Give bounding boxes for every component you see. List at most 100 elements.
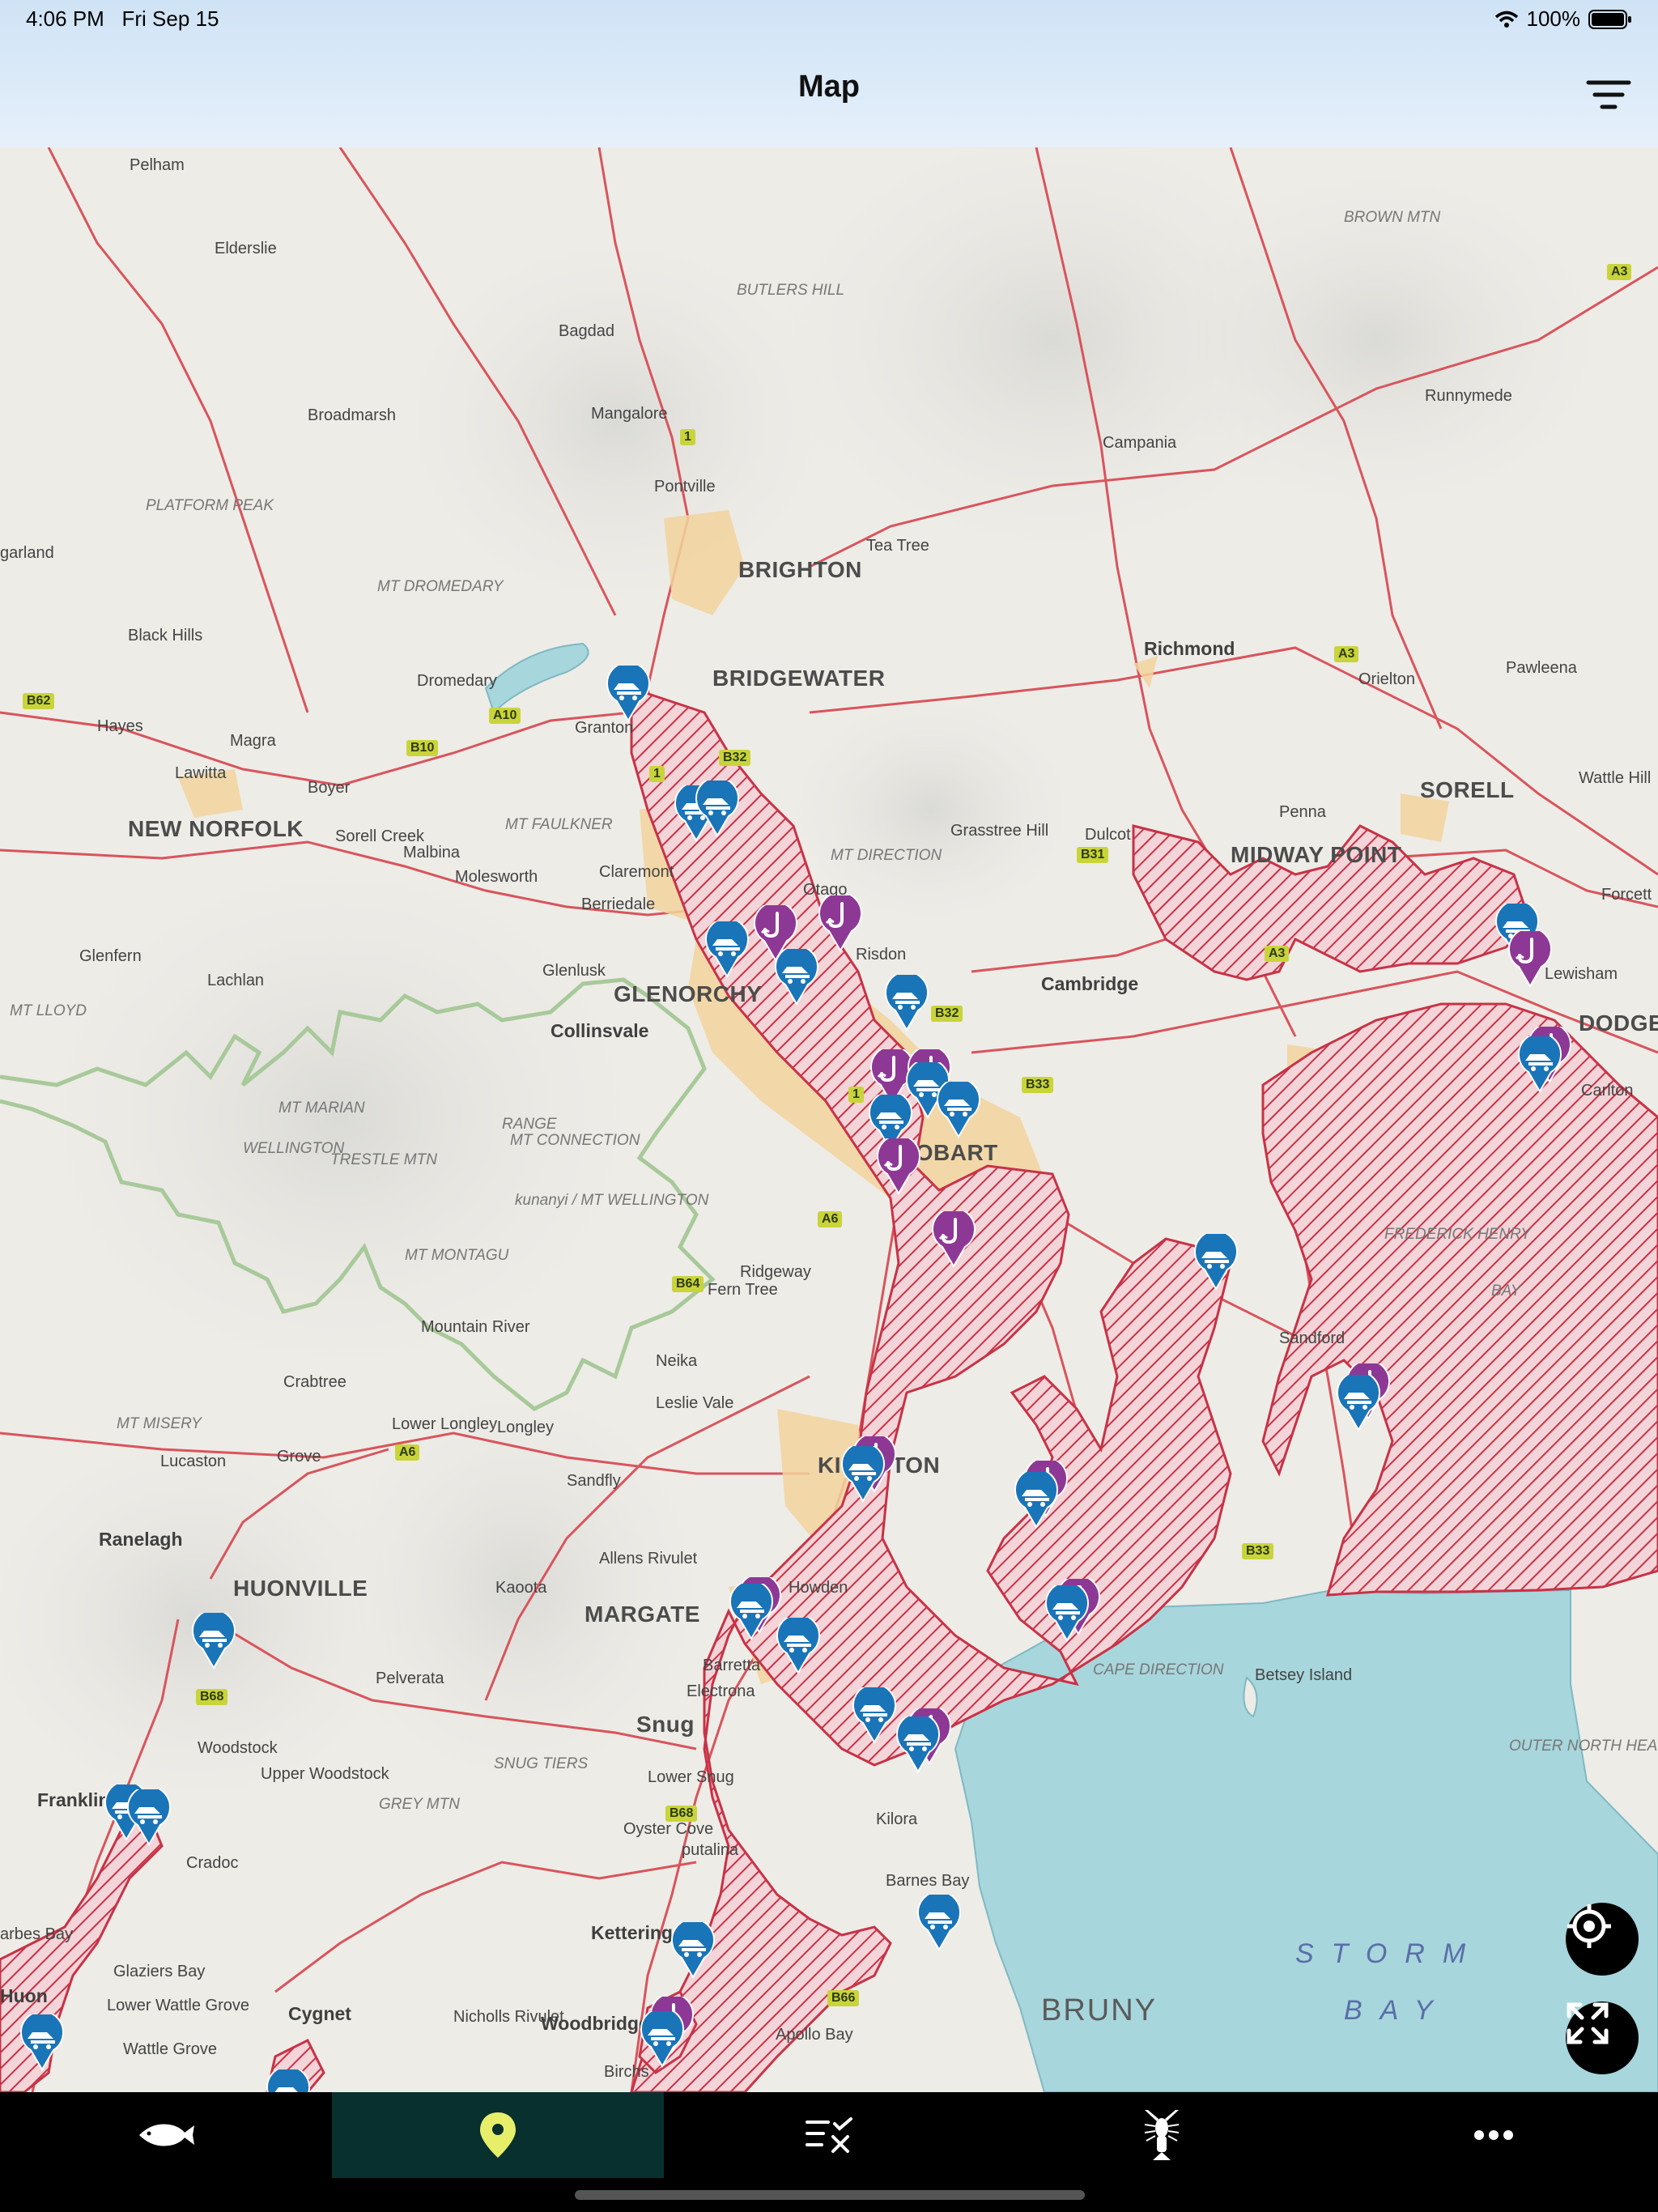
terrain_labels-label: MT MARIAN	[278, 1100, 365, 1117]
road-shield: B68	[665, 1806, 698, 1822]
road-shield: A10	[489, 708, 521, 724]
fishing-spot-marker[interactable]	[876, 1138, 921, 1195]
place_labels-label: Upper Woodstock	[261, 1765, 389, 1783]
place_labels-label: Apollo Bay	[776, 2026, 853, 2044]
fishing-spot-marker[interactable]	[931, 1211, 976, 1268]
tab-fish[interactable]	[0, 2092, 332, 2178]
map-view[interactable]: Pelham Elderslie Bagdad Mangalore Broadmarsh…	[0, 147, 1658, 2092]
terrain_labels-label: MT CONNECTION	[510, 1132, 640, 1149]
boat-ramp-marker[interactable]	[852, 1687, 897, 1744]
place_labels-label: putalina	[682, 1841, 739, 1859]
boat-ramp-marker[interactable]	[916, 1895, 962, 1951]
fish-icon	[139, 2124, 194, 2146]
place_labels-label: Wattle Hill	[1579, 769, 1652, 787]
place_labels-label: Orielton	[1358, 670, 1416, 688]
place_labels-label: Campania	[1103, 434, 1177, 452]
locate-button[interactable]	[1566, 1903, 1639, 1976]
terrain_labels-label: CAPE DIRECTION	[1093, 1661, 1224, 1678]
place_labels-label: Ridgeway	[740, 1263, 811, 1281]
boat-ramp-marker[interactable]	[1517, 1036, 1562, 1093]
place_labels-label: Kilora	[876, 1810, 918, 1828]
boat-ramp-marker[interactable]	[729, 1584, 774, 1640]
fishing-spot-marker[interactable]	[818, 895, 863, 952]
page-title: Map	[798, 70, 860, 104]
checklist-icon	[806, 2117, 852, 2153]
road-shield: B33	[1022, 1077, 1054, 1093]
road-shield: B64	[672, 1276, 704, 1292]
boat-ramp-marker[interactable]	[19, 2014, 65, 2071]
tab-map[interactable]	[332, 2092, 664, 2178]
place_labels-label: Grasstree Hill	[950, 822, 1049, 840]
town_labels-label: NEW NORFOLK	[128, 816, 304, 841]
boat-ramp-marker[interactable]	[126, 1789, 172, 1846]
boat-ramp-marker[interactable]	[774, 949, 819, 1006]
place_labels-label: Dulcot	[1085, 826, 1131, 844]
terrain_labels-label: FREDERICK HENRY	[1384, 1226, 1531, 1243]
place_labels-label: Elderslie	[215, 240, 277, 257]
fishing-spot-marker[interactable]	[1507, 931, 1553, 988]
terrain_labels-label: MT DIRECTION	[831, 847, 942, 864]
locate-icon	[1567, 1904, 1611, 1948]
place_labels-label: Betsey Island	[1255, 1666, 1353, 1684]
road-shield: B31	[1077, 847, 1109, 863]
fullscreen-button[interactable]	[1566, 2001, 1639, 2074]
place_labels-label: Crabtree	[283, 1373, 346, 1391]
place_labels-label: Cygnet	[288, 2003, 351, 2024]
place_labels-label: Risdon	[856, 946, 907, 963]
place_labels-label: Black Hills	[128, 627, 203, 644]
boat-ramp-marker[interactable]	[884, 975, 929, 1032]
tab-rules[interactable]	[664, 2092, 996, 2178]
boat-ramp-marker[interactable]	[1044, 1585, 1090, 1642]
road-shield: A3	[1265, 946, 1290, 962]
boat-ramp-marker[interactable]	[1014, 1472, 1059, 1529]
boat-ramp-marker[interactable]	[606, 666, 651, 722]
tab-rock-lobster[interactable]	[996, 2092, 1328, 2178]
place_labels-label: Boyer	[308, 779, 351, 797]
place_labels-label: Runnymede	[1425, 387, 1512, 405]
tab-more[interactable]	[1328, 2092, 1658, 2178]
place_labels-label: Claremont	[599, 863, 674, 881]
place_labels-label: Collinsvale	[551, 1020, 649, 1041]
place_labels-label: arbes Bay	[0, 1925, 74, 1943]
place_labels-label: Tea Tree	[866, 537, 929, 555]
boat-ramp-marker[interactable]	[670, 1922, 716, 1979]
map-canvas[interactable]	[0, 147, 1658, 2092]
place_labels-label: Mountain River	[421, 1318, 530, 1336]
boat-ramp-marker[interactable]	[704, 921, 750, 978]
terrain_labels-label: MT FAULKNER	[505, 816, 613, 833]
boat-ramp-marker[interactable]	[1193, 1234, 1239, 1291]
time-text: 4:06 PM	[26, 6, 104, 31]
filter-icon[interactable]	[1585, 78, 1632, 112]
terrain_labels-label: BUTLERS HILL	[737, 282, 845, 299]
battery-text: 100%	[1526, 6, 1581, 31]
town_labels-label: BRIGHTON	[738, 557, 862, 582]
place_labels-label: Lower Wattle Grove	[107, 1997, 249, 2014]
expand-icon	[1567, 2002, 1609, 2044]
place_labels-label: Lewisham	[1545, 965, 1618, 983]
place_labels-label: Penna	[1279, 803, 1326, 821]
place_labels-label: Ranelagh	[99, 1529, 183, 1550]
boat-ramp-marker[interactable]	[640, 2011, 685, 2068]
boat-ramp-marker[interactable]	[1336, 1375, 1381, 1431]
boat-ramp-marker[interactable]	[936, 1082, 981, 1138]
boat-ramp-marker[interactable]	[695, 781, 740, 837]
boat-ramp-marker[interactable]	[191, 1613, 236, 1670]
place_labels-label: Pelham	[130, 156, 185, 174]
home-indicator	[575, 2190, 1085, 2200]
place_labels-label: Grove	[277, 1448, 321, 1465]
road-shield: 1	[680, 429, 695, 445]
terrain_labels-label: MT LLOYD	[10, 1002, 87, 1019]
boat-ramp-marker[interactable]	[776, 1618, 821, 1674]
place_labels-label: Hayes	[97, 717, 143, 735]
place_labels-label: Lower Longley	[392, 1415, 498, 1433]
road-shield: B32	[931, 1006, 963, 1022]
place_labels-label: Richmond	[1144, 638, 1235, 659]
road-shield: A3	[1334, 646, 1359, 662]
place_labels-label: Sandford	[1279, 1329, 1346, 1347]
place_labels-label: Glaziers Bay	[113, 1963, 206, 1980]
boat-ramp-marker[interactable]	[895, 1716, 941, 1773]
boat-ramp-marker[interactable]	[266, 2069, 311, 2092]
terrain_labels-label: MT DROMEDARY	[377, 578, 504, 595]
boat-ramp-marker[interactable]	[840, 1446, 886, 1503]
place_labels-label: Lower Snug	[648, 1768, 734, 1786]
